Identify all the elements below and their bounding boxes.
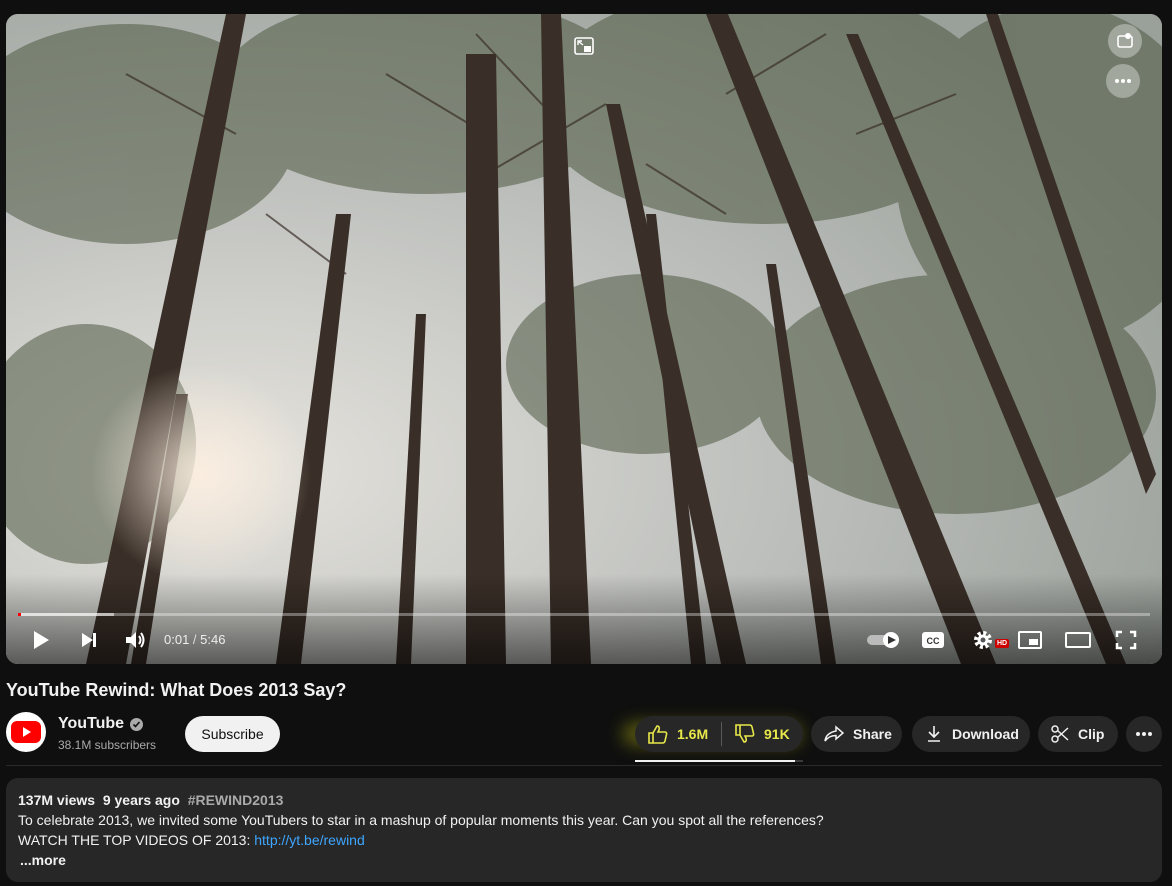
share-button[interactable]: Share	[811, 716, 902, 752]
next-button[interactable]	[76, 624, 102, 656]
hashtag-link[interactable]: #REWIND2013	[188, 792, 284, 808]
channel-watermark-icon[interactable]	[1108, 24, 1142, 58]
time-display: 0:01 / 5:46	[164, 632, 225, 647]
settings-button[interactable]	[968, 624, 998, 656]
more-horizontal-icon	[1136, 732, 1152, 736]
fullscreen-button[interactable]	[1112, 624, 1140, 656]
description-box[interactable]: 137M views 9 years ago #REWIND2013 To ce…	[6, 778, 1162, 882]
time-total: 5:46	[200, 632, 226, 647]
divider	[6, 765, 1162, 766]
video-player[interactable]: 0:01 / 5:46 CC HD	[6, 14, 1162, 664]
description-line-2: WATCH THE TOP VIDEOS OF 2013: http://yt.…	[18, 830, 1150, 850]
download-button[interactable]: Download	[912, 716, 1030, 752]
more-actions-button[interactable]	[1126, 716, 1162, 752]
time-separator: /	[189, 632, 201, 647]
show-more-button[interactable]: ...more	[18, 850, 1150, 870]
autoplay-toggle-icon	[867, 632, 899, 648]
view-count: 137M views	[18, 792, 96, 808]
dislike-count: 91K	[764, 726, 790, 742]
subscriber-count: 38.1M subscribers	[58, 738, 157, 752]
hd-badge: HD	[995, 639, 1010, 648]
rewind-link[interactable]: http://yt.be/rewind	[254, 832, 365, 848]
like-ratio-fill	[635, 760, 795, 762]
fullscreen-icon	[1115, 630, 1137, 650]
scissors-icon	[1051, 725, 1069, 743]
channel-avatar[interactable]	[6, 712, 46, 752]
description-meta: 137M views 9 years ago #REWIND2013	[18, 790, 1150, 810]
download-icon	[928, 726, 940, 742]
next-icon	[82, 633, 96, 647]
download-label: Download	[952, 726, 1019, 742]
description-line-2-prefix: WATCH THE TOP VIDEOS OF 2013:	[18, 832, 255, 848]
clip-button[interactable]: Clip	[1038, 716, 1118, 752]
channel-name-text: YouTube	[58, 715, 125, 732]
play-icon	[34, 631, 49, 649]
channel-name[interactable]: YouTube	[58, 715, 144, 733]
overflow-menu-icon[interactable]	[1106, 64, 1140, 98]
video-frame-forest	[6, 14, 1162, 664]
time-current: 0:01	[164, 632, 190, 647]
thumbs-up-icon	[648, 725, 668, 744]
miniplayer-button[interactable]	[1016, 624, 1044, 656]
description-line-1: To celebrate 2013, we invited some YouTu…	[18, 812, 824, 828]
progress-loaded	[18, 613, 115, 616]
like-count: 1.6M	[677, 726, 709, 742]
captions-button[interactable]: CC	[918, 624, 948, 656]
settings-icon	[974, 631, 992, 649]
share-label: Share	[853, 726, 892, 742]
verified-icon	[130, 717, 144, 731]
volume-icon	[126, 632, 145, 648]
svg-text:CC: CC	[927, 636, 940, 646]
captions-icon: CC	[922, 632, 944, 648]
miniplayer-icon[interactable]	[572, 36, 596, 56]
autoplay-toggle[interactable]	[864, 624, 904, 656]
video-title: YouTube Rewind: What Does 2013 Say?	[6, 680, 347, 700]
theater-mode-icon	[1065, 632, 1091, 648]
clip-label: Clip	[1078, 726, 1105, 742]
miniplayer-icon	[1018, 631, 1042, 649]
volume-button[interactable]	[122, 624, 150, 656]
like-dislike-group: 1.6M 91K	[635, 716, 803, 752]
dislike-button[interactable]: 91K	[734, 716, 790, 752]
share-icon	[824, 725, 845, 742]
thumbs-down-icon	[735, 724, 755, 743]
subscribe-button[interactable]: Subscribe	[185, 716, 280, 752]
progress-played	[18, 613, 22, 616]
like-button[interactable]: 1.6M	[635, 716, 721, 752]
like-ratio-bar	[635, 760, 803, 762]
like-divider	[721, 722, 722, 746]
youtube-logo-icon	[11, 721, 41, 743]
progress-bar[interactable]	[18, 613, 1150, 616]
upload-age: 9 years ago	[102, 792, 180, 808]
play-button[interactable]	[28, 624, 54, 656]
theater-mode-button[interactable]	[1062, 624, 1094, 656]
